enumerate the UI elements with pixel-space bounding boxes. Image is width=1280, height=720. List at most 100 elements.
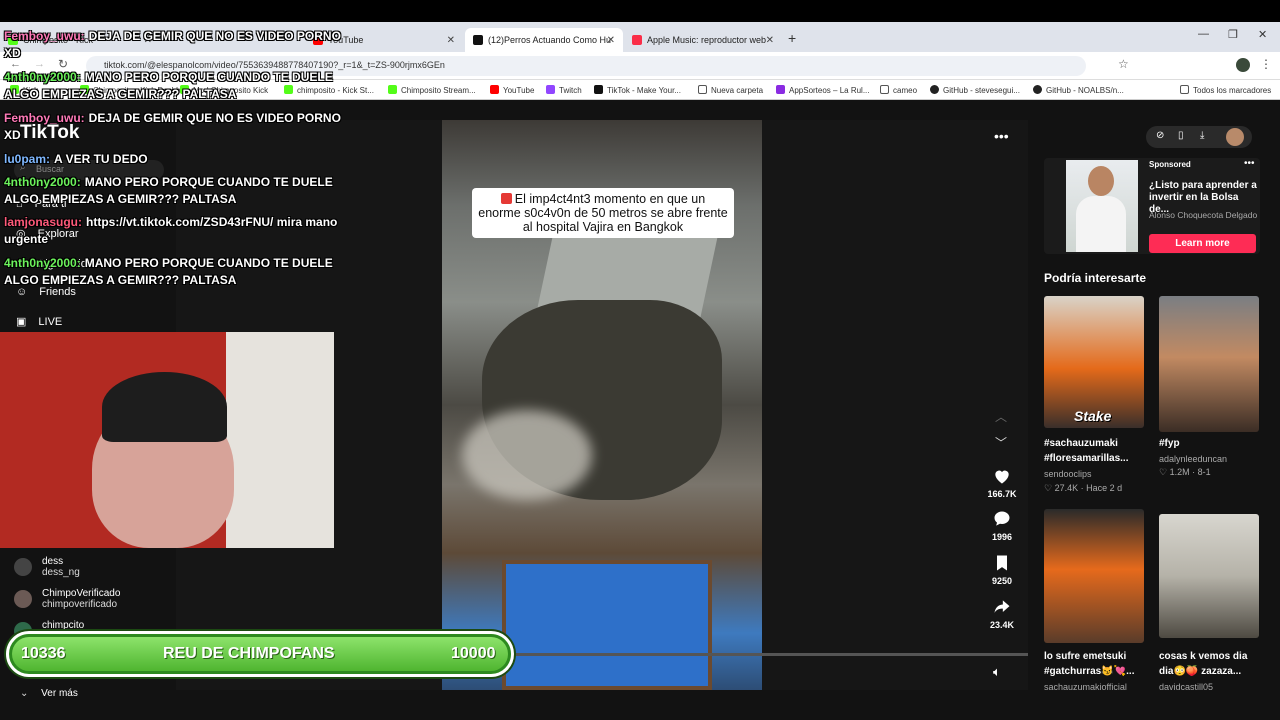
bookmark-item[interactable]: GitHub - NOALBS/n... (1033, 85, 1124, 95)
minimize-icon[interactable]: — (1198, 28, 1209, 40)
video-caption-overlay: El imp4ct4nt3 momento en que un enorme s… (472, 188, 734, 238)
suggestion-author: sachauzumakiofficial (1044, 682, 1127, 692)
chat-username: Femboy_uwu: (4, 29, 85, 43)
chat-message: 4nth0ny2000: MANO PERO PORQUE CUANDO TE D… (4, 174, 344, 208)
tab-apple-music[interactable]: Apple Music: reproductor web ✕ (624, 28, 782, 52)
suggestion-stats: ♡ 27.4K · Hace 2 d (1044, 483, 1122, 494)
bookmark-label: Nueva carpeta (711, 86, 764, 95)
suggestion-title: cosas k vemos dia dia😳🍑 zazaza... (1159, 651, 1248, 677)
volume-icon[interactable]: 🔈︎ (993, 664, 1001, 680)
bookmark-item[interactable]: Todos los marcadores (1180, 85, 1271, 95)
chat-message: Femboy_uwu: DEJA DE GEMIR QUE NO ES VIDEO… (4, 110, 344, 144)
caption-text: El imp4ct4nt3 momento en que un enorme s… (478, 192, 728, 234)
suggestion-author: davidcastill05 (1159, 682, 1214, 692)
new-tab-icon[interactable]: + (788, 30, 796, 46)
download-icon[interactable]: ⤓ (1200, 130, 1204, 141)
bookmark-item[interactable]: Twitch (546, 85, 582, 95)
suggestion-title: #sachauzumaki #floresamarillas... (1044, 438, 1129, 464)
save-button[interactable]: 9250 (980, 553, 1024, 586)
close-tab-icon[interactable]: ✕ (766, 35, 774, 46)
bookmark-item[interactable]: TikTok - Make Your... (594, 85, 681, 95)
suggestion-stats: ♡ 1.2M · 8-1 (1159, 467, 1211, 478)
following-account[interactable]: ChimpoVerificado chimpoverificado (14, 588, 120, 610)
suggestion-thumbnail (1044, 509, 1144, 643)
more-options-icon[interactable]: ••• (994, 128, 1009, 144)
goal-target: 10000 (451, 645, 496, 662)
comment-button[interactable]: 1996 (980, 509, 1024, 542)
chat-message: 4nth0ny2000: MANO PERO PORQUE CUANDO TE D… (4, 255, 344, 289)
chat-username: 4nth0ny2000: (4, 256, 81, 270)
account-name: ChimpoVerificado (42, 588, 121, 599)
close-tab-icon[interactable]: ✕ (447, 35, 455, 46)
webcam-wall (226, 332, 334, 548)
previous-video-icon[interactable]: ︿ (995, 408, 1007, 425)
chat-username: Femboy_uwu: (4, 111, 85, 125)
bookmark-item[interactable]: AppSorteos – La Rul... (776, 85, 870, 95)
chat-message: lu0pam: A VER TU DEDO (4, 151, 344, 168)
chat-message: Femboy_uwu: DEJA DE GEMIR QUE NO ES VIDEO… (4, 28, 344, 62)
tab-tiktok[interactable]: (12)Perros Actuando Como Hu ✕ (465, 28, 623, 52)
goal-label: REU DE CHIMPOFANS (163, 645, 335, 662)
following-account[interactable]: chimpcito (14, 620, 84, 640)
device-icon[interactable]: ▯ (1178, 130, 1184, 141)
avatar (14, 590, 32, 608)
share-button[interactable]: 23.4K (980, 597, 1024, 630)
bookmark-label: Todos los marcadores (1193, 86, 1272, 95)
suggestion-thumbnail (1159, 296, 1259, 432)
stats-text: 27.4K · Hace 2 d (1054, 483, 1123, 493)
comment-icon (994, 511, 1010, 526)
see-more-link[interactable]: ⌄ Ver más (20, 688, 78, 699)
like-count: 166.7K (987, 489, 1017, 499)
user-avatar[interactable] (1226, 128, 1244, 146)
folder-icon (880, 85, 889, 94)
bookmark-item[interactable]: Chimposito Stream... (388, 85, 476, 95)
close-window-icon[interactable]: ✕ (1258, 28, 1267, 41)
folder-icon (698, 85, 707, 94)
share-arrow-icon (994, 600, 1010, 613)
bookmark-item[interactable]: YouTube (490, 85, 534, 95)
donation-goal-bar: 10336 REU DE CHIMPOFANS 10000 (6, 631, 514, 677)
avatar (14, 558, 32, 576)
tab-label: (12)Perros Actuando Como Hu (488, 35, 612, 45)
compass-icon[interactable]: ⊘ (1156, 130, 1164, 141)
video-dust (462, 410, 592, 500)
twitch-icon (546, 85, 555, 94)
heart-icon (995, 470, 1009, 484)
stake-watermark: Stake (1074, 408, 1112, 424)
ad-more-icon[interactable]: ••• (1244, 158, 1255, 169)
bookmark-star-icon[interactable]: ☆ (1118, 57, 1129, 71)
streamer-webcam (0, 332, 334, 548)
suggestion-thumbnail: Stake (1044, 296, 1144, 428)
close-tab-icon[interactable]: ✕ (607, 35, 615, 46)
next-video-icon[interactable]: ﹀ (995, 434, 1007, 451)
chevron-down-icon: ⌄ (20, 688, 29, 699)
bookmark-item[interactable]: GitHub - stevesegui... (930, 85, 1020, 95)
suggestion-author: sendooclips (1044, 469, 1092, 479)
menu-kebab-icon[interactable]: ⋮ (1260, 57, 1272, 71)
black-cap (102, 372, 227, 442)
chat-username: lamjonasugu: (4, 215, 83, 229)
bookmark-item[interactable]: Nueva carpeta (698, 85, 763, 95)
following-account[interactable]: dess dess_ng (14, 556, 80, 578)
learn-more-button[interactable]: Learn more (1149, 234, 1256, 253)
comment-count: 1996 (991, 532, 1013, 542)
folder-icon (1180, 85, 1189, 94)
bookmark-label: cameo (893, 86, 918, 95)
sponsored-ad-card[interactable]: Sponsored ••• ¿Listo para aprender a inv… (1044, 158, 1260, 254)
github-icon (1033, 85, 1042, 94)
account-handle: chimpoverificado (42, 599, 118, 610)
bookmark-item[interactable]: cameo (880, 85, 917, 95)
account-name: dess (42, 556, 64, 567)
like-button[interactable]: 166.7K (980, 466, 1024, 499)
tab-label: Apple Music: reproductor web (647, 35, 767, 45)
bookmark-label: GitHub - NOALBS/n... (1046, 86, 1124, 95)
profile-avatar[interactable] (1236, 58, 1250, 72)
youtube-icon (490, 85, 499, 94)
top-black-bar (0, 0, 1280, 22)
suggestion-title: #fyp (1159, 438, 1180, 449)
suggestion-thumbnail (1159, 514, 1259, 638)
sidebar-item-live[interactable]: ▣ LIVE (16, 315, 62, 329)
top-actions-pill: ⊘ ▯ ⤓ (1146, 126, 1252, 148)
suggestions-heading: Podría interesarte (1044, 271, 1147, 285)
restore-icon[interactable]: ❐ (1228, 28, 1238, 41)
